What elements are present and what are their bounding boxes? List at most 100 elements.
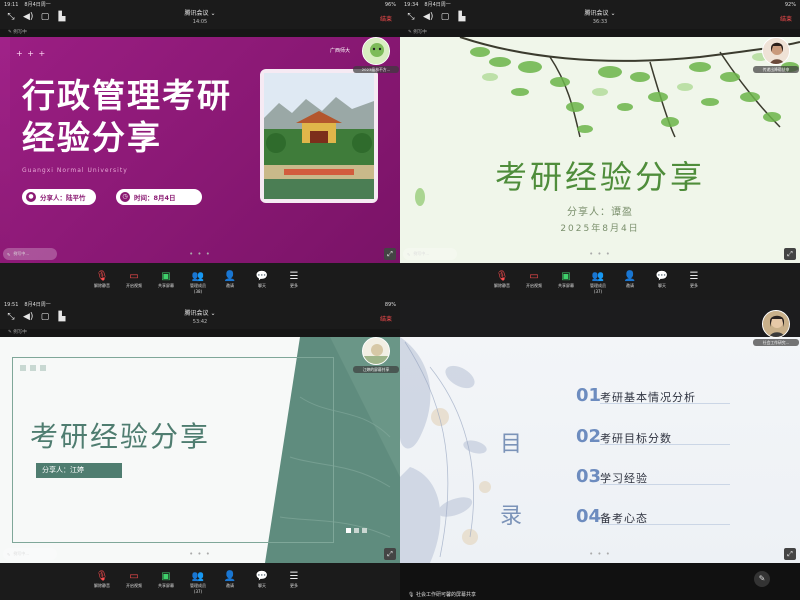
more-button[interactable]: ☰ 更多	[284, 570, 304, 594]
participant-name: 传递出降帮扶申	[753, 66, 799, 73]
chat-label: 聊天	[658, 283, 666, 288]
presenter-badge: 分享人：江婷	[36, 463, 122, 478]
toc-item-number: 03	[576, 466, 602, 487]
battery-level: 92%	[784, 1, 796, 8]
toc-heading-char1: 目	[500, 432, 523, 457]
slide-edge	[0, 37, 10, 263]
unmute-label: 解除静音	[94, 583, 110, 588]
share-caption: 🎙 社会工作研可馨的屏幕共享	[408, 591, 476, 598]
more-button[interactable]: ☰ 更多	[684, 270, 704, 294]
share-status-bar: ✎ 例写中	[0, 329, 400, 337]
toc-item-number: 02	[576, 426, 602, 447]
meeting-title[interactable]: 腾讯会议 ⌄	[585, 10, 616, 17]
toc-heading-char2: 录	[500, 504, 523, 529]
share-screen-button[interactable]: ▣ 共享屏幕	[156, 270, 176, 294]
slide-date: 2025年8月4日	[560, 224, 640, 234]
expand-icon[interactable]: ⤢	[784, 248, 796, 260]
unmute-label: 解除静音	[94, 283, 110, 288]
video-label: 开启视频	[526, 283, 542, 288]
chat-button[interactable]: 💬 聊天	[252, 570, 272, 594]
toc-item-rule	[600, 524, 730, 525]
annotate-icon[interactable]: ✎	[754, 571, 770, 587]
mic-off-icon: 🎙	[95, 271, 109, 282]
participant-avatar[interactable]	[762, 37, 790, 65]
unmute-button[interactable]: 🎙 解除静音	[92, 570, 112, 594]
more-icon: ☰	[289, 271, 299, 282]
expand-icon[interactable]: ⤢	[384, 548, 396, 560]
meeting-title[interactable]: 腾讯会议 ⌄	[185, 10, 216, 17]
shared-slide: 考研经验分享 分享人：江婷 江婷的屏幕共享 ✎ 例写中... • • • ⤢	[0, 337, 400, 563]
pane-bottom-left: 19:51 8月4日周一 89% ⤡ ◀) ▢ ▙ 腾讯会议 ⌄ 53:42 结…	[0, 300, 400, 600]
pager-square	[362, 528, 367, 533]
toc-heading: 目 录	[500, 409, 524, 553]
video-off-icon: ▭	[129, 271, 139, 282]
participant-avatar[interactable]	[362, 37, 390, 65]
invite-button[interactable]: 👤 邀请	[220, 270, 240, 294]
start-video-button[interactable]: ▭ 开启视频	[124, 570, 144, 594]
battery-level: 89%	[384, 301, 396, 308]
share-label: 共享屏幕	[158, 283, 174, 288]
end-meeting-button[interactable]: 结束	[380, 314, 392, 323]
more-label: 更多	[690, 283, 698, 288]
invite-button[interactable]: 👤 邀请	[620, 270, 640, 294]
participant-name: 2023级林不方...	[353, 66, 399, 73]
more-label: 更多	[290, 283, 298, 288]
unmute-button[interactable]: 🎙 解除静音	[492, 270, 512, 294]
members-button[interactable]: 👥 管理成员(37)	[588, 270, 608, 294]
invite-button[interactable]: 👤 邀请	[220, 570, 240, 594]
mic-icon: 🎙	[408, 592, 416, 598]
unmute-label: 解除静音	[494, 283, 510, 288]
invite-label: 邀请	[226, 283, 234, 288]
time-text: 时间：8月4日	[134, 194, 176, 202]
share-screen-button[interactable]: ▣ 共享屏幕	[556, 270, 576, 294]
share-caption: 例写中	[413, 30, 427, 35]
meeting-header: ⤡ ◀) ▢ ▙ 腾讯会议 ⌄ 14:05 结束	[0, 9, 400, 29]
end-meeting-button[interactable]: 结束	[380, 14, 392, 23]
page-dots: • • •	[189, 550, 211, 558]
meeting-title-group[interactable]: 腾讯会议 ⌄ 36:33	[400, 10, 800, 26]
unmute-button[interactable]: 🎙 解除静音	[92, 270, 112, 294]
meeting-title-group[interactable]: 腾讯会议 ⌄ 14:05	[0, 10, 400, 26]
status-date: 8月4日周一	[24, 302, 51, 308]
expand-icon[interactable]: ⤢	[384, 248, 396, 260]
toc-item: 03 学习经验	[576, 466, 730, 487]
page-dots: • • •	[589, 250, 611, 258]
status-time: 19:34	[404, 1, 419, 8]
meeting-title[interactable]: 腾讯会议 ⌄	[185, 310, 216, 317]
end-meeting-button[interactable]: 结束	[780, 14, 792, 23]
expand-icon[interactable]: ⤢	[784, 548, 796, 560]
start-video-button[interactable]: ▭ 开启视频	[524, 270, 544, 294]
chat-button[interactable]: 💬 聊天	[652, 270, 672, 294]
participant-avatar[interactable]	[762, 310, 790, 338]
meeting-timer: 36:33	[592, 19, 608, 25]
clock-icon: ◷	[120, 192, 130, 202]
video-off-icon: ▭	[129, 571, 139, 582]
more-button[interactable]: ☰ 更多	[284, 270, 304, 294]
members-icon: 👥	[591, 271, 605, 282]
video-off-icon: ▭	[529, 271, 539, 282]
video-label: 开启视频	[126, 283, 142, 288]
more-icon: ☰	[689, 271, 699, 282]
invite-icon: 👤	[223, 571, 237, 582]
meeting-toolbar: 🎙 解除静音 ▭ 开启视频 ▣ 共享屏幕 👥 管理成员(37) 👤 邀请 💬 聊天 ☰ 更多	[400, 263, 800, 300]
more-label: 更多	[290, 583, 298, 588]
floral-illustration	[400, 337, 491, 563]
members-label: 管理成员(37)	[590, 283, 606, 294]
meeting-title-group[interactable]: 腾讯会议 ⌄ 53:42	[0, 310, 400, 326]
members-icon: 👥	[191, 271, 205, 282]
members-button[interactable]: 👥 管理成员(37)	[188, 570, 208, 594]
meeting-timer: 53:42	[192, 319, 208, 325]
members-button[interactable]: 👥 管理成员(38)	[188, 270, 208, 294]
start-video-button[interactable]: ▭ 开启视频	[124, 270, 144, 294]
status-bar: 19:51 8月4日周一 89%	[0, 300, 400, 309]
page-dots: • • •	[189, 250, 211, 258]
toc-item-number: 04	[576, 506, 602, 527]
shared-slide: 目 录 01 考研基本情况分析 02 考研目标分数 03 学习经验 04 备考心…	[400, 337, 800, 563]
participant-avatar[interactable]	[362, 337, 390, 365]
pane-bottom-right: 目 录 01 考研基本情况分析 02 考研目标分数 03 学习经验 04 备考心…	[400, 300, 800, 600]
share-screen-button[interactable]: ▣ 共享屏幕	[156, 570, 176, 594]
invite-label: 邀请	[226, 583, 234, 588]
chat-button[interactable]: 💬 聊天	[252, 270, 272, 294]
mascot-avatar-icon	[363, 38, 389, 64]
mic-off-icon: 🎙	[95, 571, 109, 582]
